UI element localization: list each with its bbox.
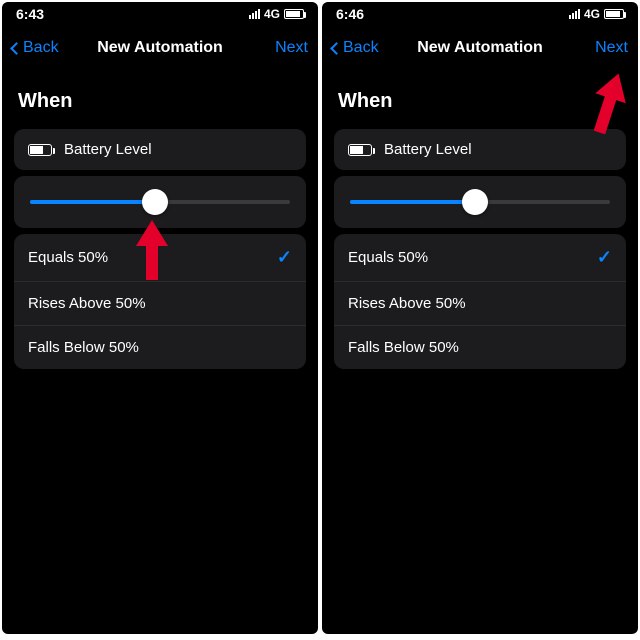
option-label: Equals 50% [28,249,108,266]
battery-status-icon [604,9,624,19]
chevron-left-icon [330,42,343,55]
next-button[interactable]: Next [595,39,628,57]
option-label: Falls Below 50% [28,339,139,356]
phone-right: 6:46 4G Back New Automation Next When Ba… [322,2,638,634]
checkmark-icon: ✓ [597,247,612,268]
option-rises-above[interactable]: Rises Above 50% [14,282,306,326]
signal-icon [569,9,580,19]
trigger-label: Battery Level [64,141,152,158]
status-bar: 6:46 4G [322,2,638,26]
battery-icon [348,144,372,156]
option-falls-below[interactable]: Falls Below 50% [334,326,626,369]
slider-thumb[interactable] [142,189,168,215]
back-button[interactable]: Back [12,39,59,57]
phone-left: 6:43 4G Back New Automation Next When Ba… [2,2,318,634]
back-button[interactable]: Back [332,39,379,57]
section-header-when: When [2,70,318,123]
battery-status-icon [284,9,304,19]
status-time: 6:46 [336,6,364,22]
nav-bar: Back New Automation Next [2,26,318,70]
option-rises-above[interactable]: Rises Above 50% [334,282,626,326]
chevron-left-icon [10,42,23,55]
network-label: 4G [264,7,280,21]
option-label: Rises Above 50% [28,295,146,312]
trigger-card[interactable]: Battery Level [334,129,626,170]
battery-icon [28,144,52,156]
battery-slider[interactable] [334,176,626,228]
option-label: Rises Above 50% [348,295,466,312]
slider-thumb[interactable] [462,189,488,215]
option-falls-below[interactable]: Falls Below 50% [14,326,306,369]
option-label: Falls Below 50% [348,339,459,356]
network-label: 4G [584,7,600,21]
status-bar: 6:43 4G [2,2,318,26]
trigger-label: Battery Level [384,141,472,158]
back-label: Back [343,39,379,57]
option-label: Equals 50% [348,249,428,266]
checkmark-icon: ✓ [277,247,292,268]
nav-bar: Back New Automation Next [322,26,638,70]
options-list: Equals 50% ✓ Rises Above 50% Falls Below… [334,234,626,369]
back-label: Back [23,39,59,57]
option-equals[interactable]: Equals 50% ✓ [334,234,626,282]
signal-icon [249,9,260,19]
status-time: 6:43 [16,6,44,22]
trigger-card[interactable]: Battery Level [14,129,306,170]
next-button[interactable]: Next [275,39,308,57]
